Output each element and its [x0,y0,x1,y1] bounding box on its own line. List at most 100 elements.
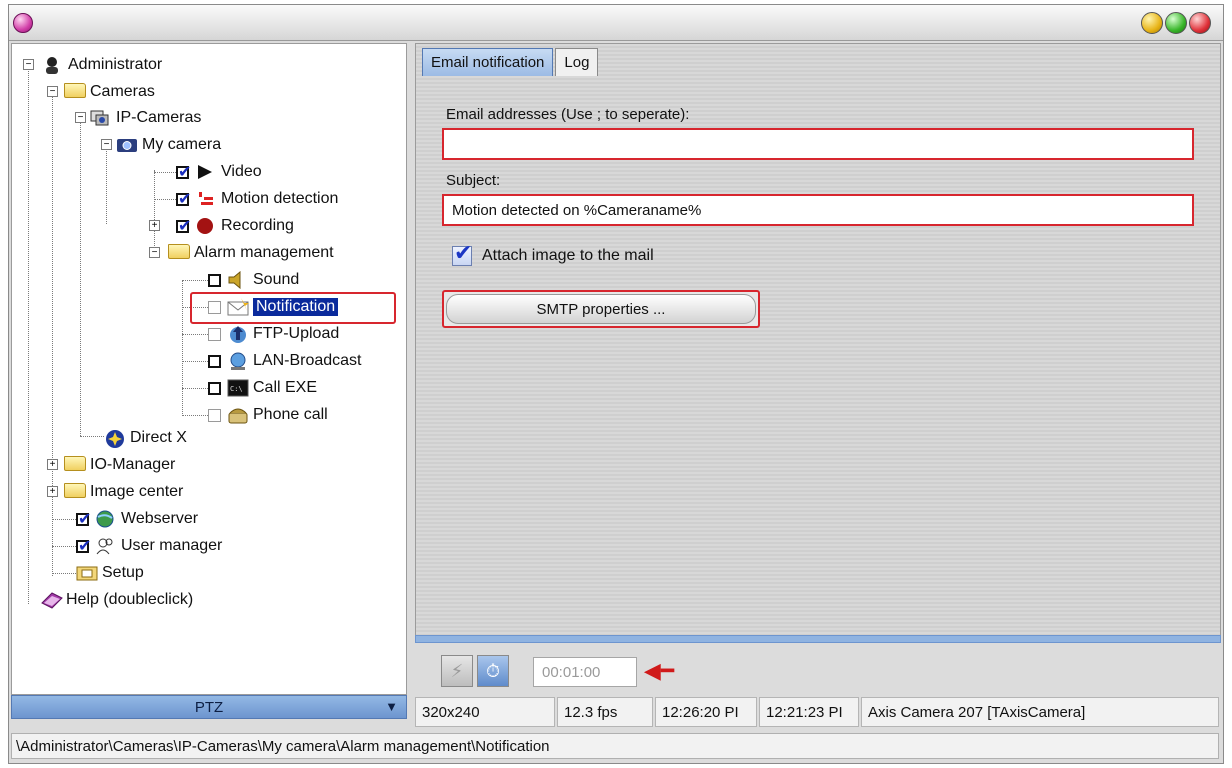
tree-item-label: Direct X [130,429,187,446]
tree-item-ftp-upload[interactable]: FTP-Upload [208,323,339,345]
tree-item-label: Video [221,163,262,180]
lan-broadcast-checkbox[interactable] [208,354,221,368]
tree-connector [182,415,208,416]
expander-alarm-management[interactable]: − [149,247,160,258]
title-bar [9,5,1223,41]
tree-connector [52,546,76,547]
maximize-button[interactable] [1165,12,1187,34]
tree-item-my-camera[interactable]: My camera [116,134,221,156]
tree-item-ip-cameras[interactable]: IP-Cameras [90,107,201,129]
ptz-label: PTZ [194,698,224,716]
tree-item-label: Cameras [90,83,155,100]
tree-item-alarm-management[interactable]: Alarm management [168,242,334,264]
tree-connector [154,172,176,173]
motion-detection-checkbox[interactable] [176,189,191,209]
tree-connector [52,573,76,574]
expander-cameras[interactable]: − [47,86,58,97]
tree-item-administrator[interactable]: Administrator [42,54,162,76]
tree-item-webserver[interactable]: Webserver [76,508,198,530]
svg-text:C:\: C:\ [230,385,243,393]
status-fps: 12.3 fps [557,697,653,727]
settings-panel: Email notification Log Email addresses (… [415,43,1221,641]
tree-item-call-exe[interactable]: C:\ Call EXE [208,377,317,399]
tree-connector [154,199,176,200]
tree-connector [182,388,208,389]
tree-item-lan-broadcast[interactable]: LAN-Broadcast [208,350,362,372]
tree-item-sound[interactable]: Sound [208,269,299,291]
app-icon[interactable] [13,13,33,33]
ftp-upload-checkbox[interactable] [208,327,221,341]
tree-connector [182,280,183,416]
tree-item-recording[interactable]: Recording [176,215,294,237]
attach-image-checkbox[interactable] [452,240,472,266]
globe-icon [95,510,115,528]
folder-icon [64,456,86,474]
expander-image-center[interactable]: + [47,486,58,497]
tree-item-label: FTP-Upload [253,325,340,342]
tree-connector [154,170,155,250]
users-icon [95,537,115,555]
tab-label: Log [564,54,590,71]
tree-item-label: Image center [90,483,184,500]
tree-item-direct-x[interactable]: Direct X [104,427,187,449]
tree-connector [182,334,208,335]
call-exe-checkbox[interactable] [208,381,221,395]
email-addresses-input[interactable] [442,128,1194,160]
stopwatch-icon[interactable]: ⏱ [477,655,509,687]
arrow-left-icon[interactable]: ◀━ [643,657,675,687]
folder-open-icon [64,83,86,101]
tree-item-io-manager[interactable]: IO-Manager [64,454,175,476]
tree-item-motion-detection[interactable]: Motion detection [176,188,338,210]
ptz-dropdown[interactable]: PTZ ▼ [11,695,407,719]
expander-recording[interactable]: + [149,220,160,231]
minimize-button[interactable] [1141,12,1163,34]
tree-item-video[interactable]: Video [176,161,262,183]
tree-item-user-manager[interactable]: User manager [76,535,222,557]
video-checkbox[interactable] [176,162,191,182]
tree-item-phone-call[interactable]: Phone call [208,404,328,426]
link-icon[interactable]: ⚡ [441,655,473,687]
speaker-icon [227,270,247,290]
user-manager-checkbox[interactable] [76,536,91,556]
status-resolution: 320x240 [415,697,555,727]
tree-item-label: Recording [221,217,294,234]
directx-icon [104,429,124,448]
notification-highlight [190,292,396,324]
book-icon [40,591,63,609]
attach-image-label: Attach image to the mail [482,247,654,264]
phone-call-checkbox[interactable] [208,408,221,422]
tree-item-label: Sound [253,271,300,288]
upload-icon [227,325,247,343]
tree-item-setup[interactable]: Setup [76,562,144,584]
tab-log[interactable]: Log [555,48,599,76]
recording-checkbox[interactable] [176,216,191,236]
expander-ip-cameras[interactable]: − [75,112,86,123]
tree-item-label: IO-Manager [90,456,176,473]
sound-checkbox[interactable] [208,273,221,287]
panel-splitter[interactable] [415,635,1221,643]
tree-item-label: User manager [121,537,223,554]
smtp-properties-button[interactable]: SMTP properties ... [446,294,756,324]
attach-image-row[interactable]: Attach image to the mail [452,240,654,266]
tree-item-help[interactable]: Help (doubleclick) [40,589,193,611]
tree-connector [52,519,76,520]
folder-open-icon [168,244,190,262]
tree-item-label: LAN-Broadcast [253,352,362,369]
expander-io-manager[interactable]: + [47,459,58,470]
webserver-checkbox[interactable] [76,509,91,529]
subject-input[interactable]: Motion detected on %Cameraname% [442,194,1194,226]
timer-toolbar: ⚡ ⏱ 00:01:00 ◀━ [415,643,1221,695]
tab-email-notification[interactable]: Email notification [422,48,554,76]
subject-label: Subject: [446,172,501,189]
tree-item-label: Alarm management [194,244,334,261]
tree-item-image-center[interactable]: Image center [64,481,183,503]
expander-my-camera[interactable]: − [101,139,112,150]
expander-administrator[interactable]: − [23,59,34,70]
close-button[interactable] [1189,12,1211,34]
tree-item-cameras[interactable]: Cameras [64,81,155,103]
administrator-icon [42,56,62,74]
folder-icon [64,483,86,501]
smtp-properties-label: SMTP properties ... [536,300,666,318]
tab-bar: Email notification Log [422,48,600,78]
timer-input[interactable]: 00:01:00 [533,657,637,687]
